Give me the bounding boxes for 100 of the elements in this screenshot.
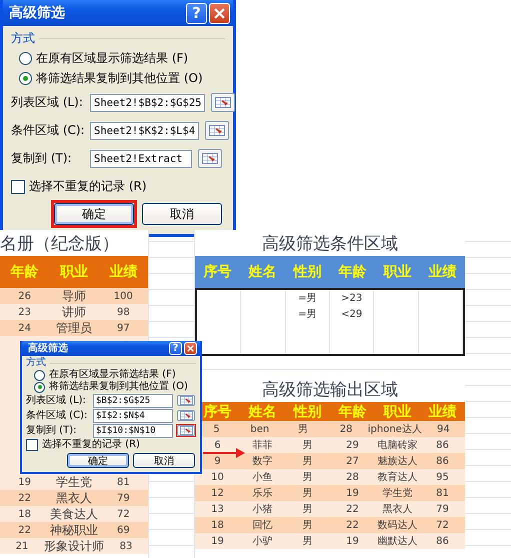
cancel-button[interactable]: 取消 (133, 453, 195, 468)
table-cell-text: 98 (116, 306, 131, 318)
table-cell-text: 29 (345, 440, 360, 450)
table-cell-text: 95 (435, 472, 450, 482)
field-label: 条件区域 (C): (26, 410, 88, 422)
ok-button[interactable]: 确定 (54, 203, 134, 225)
table-cell-text: 男 (302, 455, 314, 468)
column-header: 姓名 (247, 402, 278, 420)
column-header: 年龄 (337, 263, 368, 281)
field-label: 列表区域 (L): (11, 94, 84, 111)
range-button[interactable] (211, 93, 236, 112)
range-button[interactable] (177, 395, 195, 406)
range-picker-icon (180, 411, 192, 420)
range-picker-icon (180, 396, 192, 405)
table-cell-text: 18 (210, 520, 225, 530)
table-cell: >23 (330, 290, 374, 306)
close-icon (214, 8, 225, 18)
table-cell-text: 黑衣人 (382, 502, 414, 516)
checkbox[interactable] (11, 180, 25, 194)
table-cell-text: 28 (338, 424, 354, 434)
table-cell-text: 18 (17, 508, 32, 520)
table-cell-text: 100 (112, 290, 134, 302)
input-field[interactable]: $I$10:$N$10 (93, 424, 173, 438)
column-header: 年龄 (337, 402, 368, 420)
input-field[interactable]: Sheet2!$K$2:$L$4 (90, 122, 200, 140)
input-field[interactable]: Sheet2!Extract (90, 150, 192, 168)
radio-button[interactable] (19, 52, 32, 65)
table-cell-text: 男 (302, 439, 314, 452)
table-cell-text: 21 (14, 540, 30, 552)
table-cell-text: 81 (116, 476, 131, 488)
field-label: 条件区域 (C): (11, 122, 86, 139)
table-cell-text: ben (249, 424, 270, 434)
table-cell-text: 97 (116, 322, 131, 334)
table-cell-text: 79 (116, 492, 131, 504)
table-cell-text: 管理员 (54, 320, 93, 336)
range-button[interactable] (177, 410, 195, 421)
option-label: 在原有区域显示筛选结果 (F) (36, 50, 188, 67)
window-title: 高级筛选 (28, 342, 69, 354)
table-cell: 形象设计师 (44, 538, 104, 554)
radio-button[interactable] (19, 72, 32, 85)
table-cell-text: 学生党 (382, 486, 414, 500)
group-label: 方式 (26, 357, 46, 369)
table-cell-text: 72 (435, 520, 450, 530)
table-cell-text: 黑衣人 (54, 490, 93, 506)
table-cell-text: 回忆 (252, 518, 274, 532)
table-cell-text: 乐乐 (252, 486, 274, 500)
help-button[interactable]: ? (169, 342, 182, 355)
table-cell-text: 菲菲 (252, 438, 274, 452)
table-cell: 神秘职业 (49, 522, 99, 538)
table-cell-text: 讲师 (60, 304, 87, 320)
input-field[interactable]: $B$2:$G$25 (93, 394, 173, 408)
table-cell-text: 男 (296, 423, 309, 436)
cancel-button[interactable]: 取消 (142, 203, 222, 225)
table-cell: =男 (286, 306, 330, 322)
table-cell-text: 19 (17, 476, 32, 488)
column-header: 业绩 (428, 263, 458, 281)
column-header: 年龄 (9, 263, 40, 281)
table-cell-text: 27 (345, 456, 360, 466)
column-header: 性别 (292, 402, 322, 420)
table-cell-text: 5 (212, 424, 221, 434)
range-picker-icon (209, 125, 226, 136)
table-cell-text: 10 (210, 472, 225, 482)
checkbox[interactable] (26, 439, 38, 451)
table-cell-text: 小猪 (252, 502, 274, 516)
close-button[interactable] (184, 342, 197, 355)
option-label: 将筛选结果复制到其他位置 (O) (36, 70, 203, 87)
column-header: 序号 (202, 402, 232, 420)
help-button[interactable]: ? (186, 2, 207, 24)
table-cell-text: 22 (345, 504, 360, 514)
close-button[interactable] (209, 2, 230, 24)
column-header: 职业 (58, 263, 89, 281)
table-cell-text: 94 (436, 424, 451, 434)
radio-button[interactable] (34, 382, 45, 392)
table-cell-text: 幽默达人 (376, 534, 418, 548)
input-field[interactable]: $I$2:$N$4 (93, 408, 173, 422)
table-cell-text: 6 (213, 440, 222, 450)
table-cell-text: 13 (210, 504, 225, 514)
table-cell-text: 26 (17, 290, 32, 302)
table-cell-text: 男 (302, 519, 314, 532)
table-cell-text: 男 (302, 487, 314, 500)
table-cell-text: 22 (17, 524, 32, 536)
table-cell-text: 81 (435, 488, 450, 498)
table-cell-text: 学生党 (54, 474, 93, 490)
table-cell-text: 教育达人 (376, 470, 418, 484)
range-button[interactable] (205, 121, 230, 140)
arrow (203, 448, 245, 458)
range-picker-icon (215, 97, 232, 108)
range-picker-icon (180, 426, 192, 435)
table-cell-text: 小驴 (252, 534, 274, 548)
ok-button[interactable]: 确定 (67, 453, 129, 468)
group-label: 方式 (11, 30, 35, 47)
table-cell-text: 9 (213, 456, 222, 466)
table-cell-text: 83 (118, 540, 134, 552)
table-cell-text: 86 (435, 456, 450, 466)
input-field[interactable]: Sheet2!$B$2:$G$25 (90, 94, 206, 112)
radio-button[interactable] (34, 370, 45, 380)
close-icon (187, 345, 194, 352)
column-header: 业绩 (108, 263, 138, 281)
table-cell-text: 数字 (252, 454, 274, 468)
range-button[interactable] (198, 149, 222, 168)
